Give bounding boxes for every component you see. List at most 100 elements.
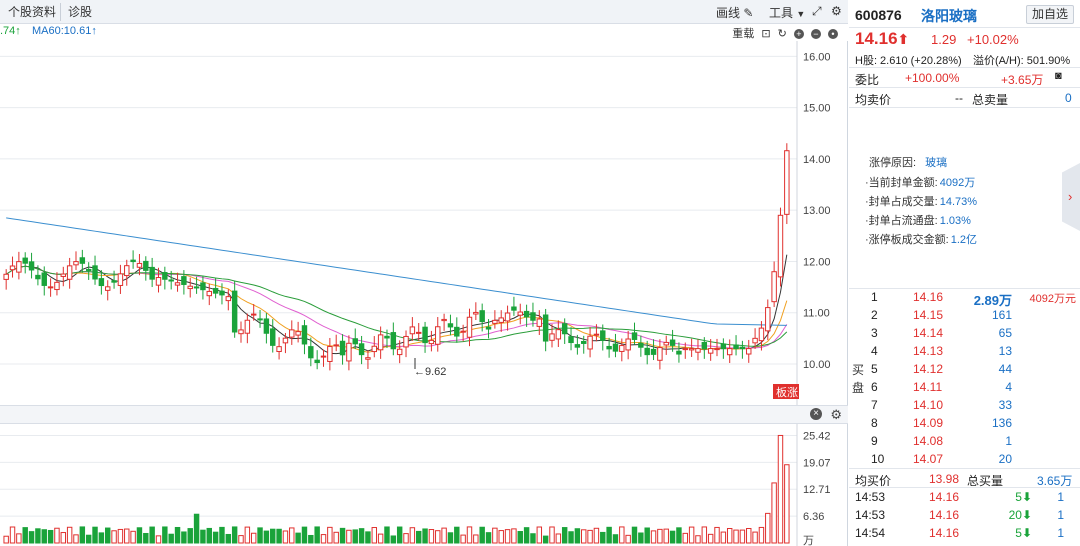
avg-sell-row: 均卖价 -- 总卖量 0 <box>849 88 1080 108</box>
candle-body <box>200 282 206 291</box>
close-icon[interactable]: × <box>810 408 822 420</box>
trade-volume: 5⬇ <box>1015 490 1032 504</box>
trade-time: 14:53 <box>855 490 886 504</box>
candle-body <box>422 326 428 344</box>
volume-bar <box>365 531 371 544</box>
candle-body <box>606 345 612 350</box>
order-book-row[interactable]: 7 14.10 33 <box>849 397 1080 415</box>
volume-bar <box>739 529 746 544</box>
candle-body <box>619 345 625 352</box>
zoom-out-icon[interactable]: − <box>810 29 821 39</box>
candle-body <box>504 312 511 322</box>
more-icon[interactable]: • <box>828 29 838 39</box>
volume-bar <box>511 528 517 544</box>
quote-panel: 600876 洛阳玻璃 加自选 14.16⬆ 1.29 +10.02% H股: … <box>849 0 1080 546</box>
tab-stock-profile[interactable]: 个股资料 <box>4 3 62 21</box>
volume-bar <box>561 527 568 544</box>
candle-body <box>593 333 600 336</box>
volume-bar <box>409 527 416 544</box>
order-book-row[interactable]: 9 14.08 1 <box>849 433 1080 451</box>
refresh-icon[interactable]: ↻ <box>778 27 787 40</box>
volume-bar <box>701 526 708 544</box>
level-price: 14.07 <box>913 452 944 466</box>
candle-body <box>695 348 701 353</box>
level-price: 14.12 <box>913 362 944 376</box>
candle-body <box>669 339 676 346</box>
settings-icon[interactable]: ⚙ <box>831 4 842 18</box>
candle-body <box>701 341 708 350</box>
fullscreen-icon[interactable]: ⤢ <box>812 4 822 19</box>
volume-bar <box>155 535 162 544</box>
order-book-row[interactable]: 10 14.07 20 <box>849 451 1080 469</box>
volume-bar <box>758 526 765 544</box>
volume-bar <box>149 526 155 544</box>
volume-bar <box>136 527 143 544</box>
caret-down-icon: ▼ <box>796 9 806 19</box>
lock-icon[interactable]: ⊡ <box>761 27 770 40</box>
candle-body <box>9 265 16 271</box>
volume-bar <box>593 527 600 544</box>
expand-panel-button[interactable]: › <box>1062 163 1080 231</box>
level-volume: 33 <box>998 398 1012 412</box>
trade-time: 14:54 <box>855 526 886 540</box>
candle-body <box>714 348 720 351</box>
volume-bar <box>371 527 378 544</box>
candle-body <box>435 326 441 345</box>
candle-body <box>320 355 327 358</box>
order-book-row[interactable]: 6 14.11 4 <box>849 379 1080 397</box>
draw-button[interactable]: 画线 ✎ <box>716 4 753 21</box>
limit-up-badge: 板涨 <box>773 384 799 399</box>
weibi-row: 委比 +100.00% +3.65万 ◙ <box>849 68 1080 88</box>
candle-body <box>187 285 193 290</box>
candle-body <box>250 313 257 316</box>
volume-bar <box>492 527 498 544</box>
candle-body <box>568 336 574 344</box>
book-toggle-icon[interactable]: ◙ <box>1055 70 1062 82</box>
candle-body <box>688 348 695 351</box>
order-book-row[interactable]: 1 14.16 2.89万 4092万元 <box>849 289 1080 308</box>
total-buy-label: 总买量 <box>967 474 1004 488</box>
reset-button[interactable]: 重载 <box>732 25 754 41</box>
candle-body <box>66 265 73 280</box>
stock-name[interactable]: 洛阳玻璃 <box>921 6 977 26</box>
order-book-row[interactable]: 5 14.12 44 <box>849 361 1080 379</box>
order-book-row[interactable]: 2 14.15 161 <box>849 307 1080 325</box>
candle-body <box>498 317 504 323</box>
order-book-row[interactable]: 8 14.09 136 <box>849 415 1080 433</box>
level-volume: 13 <box>998 344 1012 358</box>
order-book-row[interactable]: 3 14.14 65 <box>849 325 1080 343</box>
volume-bar <box>714 526 720 544</box>
zoom-in-icon[interactable]: + <box>793 29 804 39</box>
down-arrow-icon: ⬇ <box>1021 490 1032 504</box>
price-tick-label: 15.00 <box>803 103 831 115</box>
volume-bar <box>720 531 727 544</box>
volume-bar <box>41 529 47 544</box>
volume-bar <box>181 531 187 544</box>
level-price: 14.13 <box>913 344 944 358</box>
tab-diagnosis[interactable]: 诊股 <box>64 3 96 21</box>
level-number: 9 <box>871 434 878 448</box>
reason-item-2: ·封单占流通盘: 1.03% <box>865 215 971 227</box>
up-arrow-icon: ⬆ <box>897 31 910 47</box>
tools-menu[interactable]: 工具 ▼ <box>769 4 805 21</box>
level-amount: 4092万元 <box>1029 293 1076 305</box>
current-price: 14.16⬆ <box>855 29 910 48</box>
volume-bar <box>466 526 473 544</box>
candlestick-chart[interactable]: 16.00 15.00 14.00 13.00 12.00 11.00 10.00 ←9.6… <box>0 41 848 405</box>
volume-bar <box>162 526 168 544</box>
candle-body <box>511 306 517 311</box>
volume-settings-icon[interactable]: ⚙ <box>830 407 842 423</box>
volume-bar <box>339 527 346 544</box>
trade-price: 14.16 <box>929 508 960 522</box>
volume-bar <box>212 531 219 544</box>
tools-label: 工具 <box>769 6 794 20</box>
volume-bar <box>390 535 397 544</box>
volume-bar <box>619 526 625 544</box>
volume-bar <box>752 531 758 544</box>
add-watchlist-button[interactable]: 加自选 <box>1026 5 1074 24</box>
order-book-row[interactable]: 4 14.13 13 <box>849 343 1080 361</box>
level-price: 14.09 <box>913 416 944 430</box>
chart-panel: 个股资料 诊股 画线 ✎ 工具 ▼ ⤢ ⚙ .74↑ MA60:10.61↑ 重… <box>0 0 848 546</box>
candle-body <box>428 339 435 345</box>
limit-up-badge-text: 板涨 <box>776 385 798 399</box>
